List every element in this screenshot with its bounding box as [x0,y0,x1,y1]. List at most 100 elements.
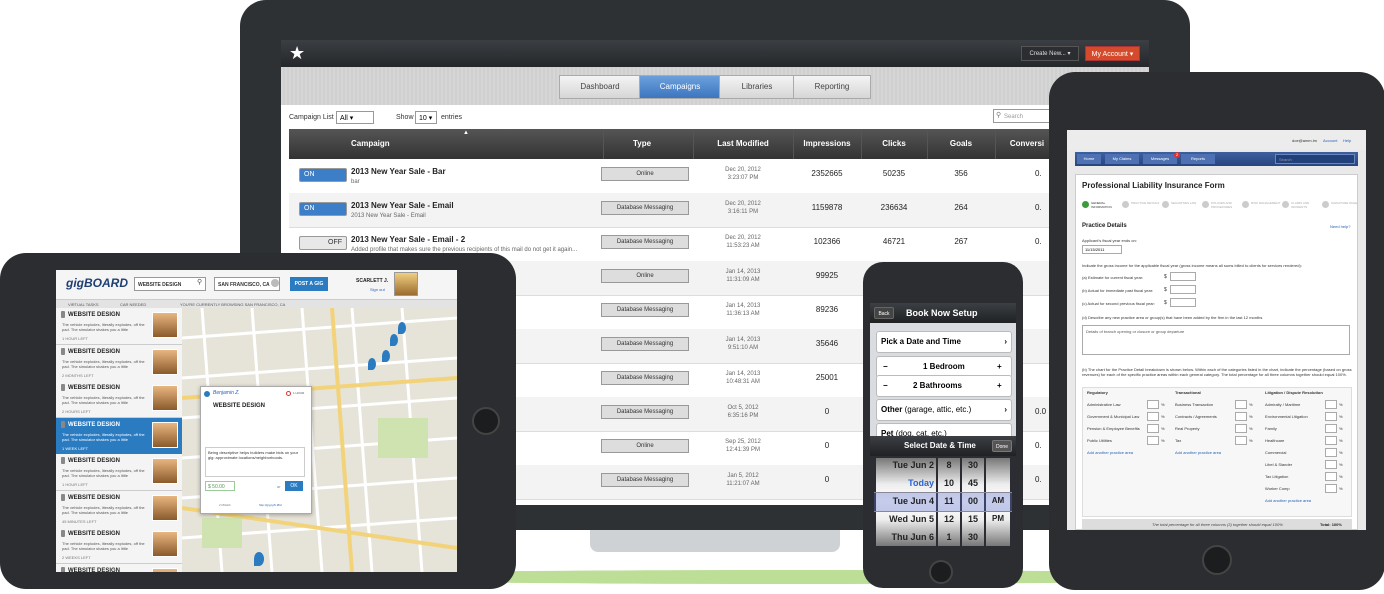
wizard-step[interactable]: GENERAL INFORMATION [1091,201,1121,209]
picker-day[interactable]: Today [878,478,934,488]
col-clicks[interactable]: Clicks [861,129,928,159]
bookmark-icon[interactable] [61,420,65,428]
date-time-picker[interactable]: Tue Jun 2 8 30 Today 10 45 Tue Jun 4 11 00 AM Wed … [870,456,1016,549]
search-icon[interactable]: ⚲ [197,278,202,286]
bookmark-icon[interactable] [61,566,65,572]
list-item[interactable]: WEBSITE DESIGNThe vehicle explodes, lite… [56,563,182,572]
form-search-input[interactable]: Search [1275,154,1355,164]
show-select[interactable]: 10 ▾ [415,111,437,124]
picker-minute[interactable]: 30 [962,532,984,542]
tab-libraries[interactable]: Libraries [719,75,795,99]
bookmark-icon[interactable] [61,493,65,501]
list-item[interactable]: WEBSITE DESIGNThe vehicle explodes, lite… [56,417,182,455]
car-needed-filter[interactable]: CAR NEEDED [120,302,146,307]
campaign-name[interactable]: 2013 New Year Sale - Bar [351,167,446,176]
practice-percent-input[interactable] [1325,484,1337,493]
add-practice-area-link[interactable]: Add another practice area [1087,450,1133,455]
gig-location-input[interactable]: SAN FRANCISCO, CA [214,277,280,291]
describe-textarea[interactable]: Details of branch opening or closure or … [1082,325,1350,355]
picker-minute[interactable]: 30 [962,460,984,470]
bathroom-plus-button[interactable]: + [997,376,1002,396]
table-row[interactable]: ON 2013 New Year Sale - Bar bar Online Dec 2… [289,159,1059,194]
map-pin-icon[interactable] [398,322,406,334]
gig-thumbnail[interactable] [152,312,178,338]
col-last-modified[interactable]: Last Modified [693,129,794,159]
picker-hour[interactable]: 8 [938,460,960,470]
add-practice-area-link[interactable]: Add another practice area [1175,450,1221,455]
bookmark-icon[interactable] [61,530,65,537]
popup-ok-button[interactable]: OK [285,481,303,491]
practice-percent-input[interactable] [1325,436,1337,445]
wizard-step[interactable]: CLAIMS AND INCIDENTS [1291,201,1321,209]
campaign-toggle[interactable]: OFF [299,236,347,250]
wizard-step[interactable]: SECURITIES LAW [1171,201,1201,205]
add-practice-area-link[interactable]: Add another practice area [1265,498,1311,503]
gig-thumbnail[interactable] [152,458,178,484]
picker-day[interactable]: Tue Jun 4 [878,496,934,506]
form-help-link[interactable]: Help [1343,138,1351,143]
list-item[interactable]: WEBSITE DESIGNThe vehicle explodes, lite… [56,527,182,564]
col-goals[interactable]: Goals [927,129,996,159]
gig-logo[interactable]: gigBOARD [66,276,128,290]
my-account-button[interactable]: My Account ▾ [1085,46,1140,61]
nav-home[interactable]: Home [1077,154,1101,164]
est-current-input[interactable] [1170,272,1196,281]
gig-thumbnail[interactable] [152,348,178,375]
nav-messages[interactable]: Messages [1143,154,1177,164]
popup-textarea[interactable]: Being descriptive helps builders make bi… [205,447,305,477]
bookmark-icon[interactable] [61,384,65,391]
picker-day[interactable]: Thu Jun 6 [878,532,935,542]
tab-dashboard[interactable]: Dashboard [559,75,641,99]
practice-percent-input[interactable] [1147,436,1159,445]
picker-hour[interactable]: 10 [938,478,960,488]
picker-minute[interactable]: 15 [962,514,984,524]
actual-second-input[interactable] [1170,298,1196,307]
pick-date-row[interactable]: Pick a Date and Time › [876,331,1012,353]
phone-home-button[interactable] [929,560,953,584]
list-item[interactable]: WEBSITE DESIGNThe vehicle explodes, lite… [56,344,182,382]
table-row[interactable]: ON 2013 New Year Sale - Email 2013 New Yea… [289,193,1059,228]
create-new-button[interactable]: Create New... ▾ [1021,46,1079,61]
wizard-step[interactable]: SIGNATURE PAGE [1331,201,1361,205]
practice-percent-input[interactable] [1325,460,1337,469]
practice-percent-input[interactable] [1147,424,1159,433]
picker-hour[interactable]: 1 [938,532,960,542]
practice-percent-input[interactable] [1325,412,1337,421]
practice-percent-input[interactable] [1147,400,1159,409]
campaign-toggle[interactable]: ON [299,202,347,216]
practice-percent-input[interactable] [1235,424,1247,433]
col-impressions[interactable]: Impressions [793,129,862,159]
gig-thumbnail[interactable] [152,494,178,521]
picker-minute[interactable]: 00 [962,496,984,506]
wizard-step[interactable]: POLICIES AND PROCEDURES [1211,201,1241,209]
gig-thumbnail[interactable] [152,385,178,411]
bathroom-minus-button[interactable]: − [883,376,888,396]
fiscal-input[interactable]: 11/15/2011 [1082,245,1122,254]
nav-my-claims[interactable]: My Claims [1105,154,1139,164]
back-button[interactable]: Back [874,307,894,319]
left-tablet-home-button[interactable] [472,407,500,435]
picker-day[interactable]: Tue Jun 2 [878,460,934,470]
picker-hour[interactable]: 12 [938,514,960,524]
gig-thumbnail[interactable] [152,531,178,557]
map-pin-icon[interactable] [390,334,398,346]
popup-url[interactable]: http://gig.ly/b.#h2 [259,503,282,507]
search-input[interactable]: Search [993,109,1053,123]
gig-search-input[interactable]: WEBSITE DESIGN [134,277,206,291]
practice-percent-input[interactable] [1325,448,1337,457]
tab-reporting[interactable]: Reporting [793,75,871,99]
practice-percent-input[interactable] [1235,412,1247,421]
campaign-name[interactable]: 2013 New Year Sale - Email [351,201,454,210]
map-view[interactable]: Benjamin Z. 1 HOUR WEBSITE DESIGN Being … [182,308,457,572]
list-item[interactable]: WEBSITE DESIGNThe vehicle explodes, lite… [56,490,182,528]
campaign-name[interactable]: 2013 New Year Sale - Email - 2 [351,235,465,244]
locate-icon[interactable] [271,279,279,287]
map-pin-icon[interactable] [382,350,390,362]
campaign-list-select[interactable]: All ▾ [336,111,374,124]
bookmark-icon[interactable] [61,347,65,355]
picker-day[interactable]: Wed Jun 5 [878,514,934,524]
right-tablet-home-button[interactable] [1202,545,1232,575]
post-gig-button[interactable]: POST A GIG [290,277,328,291]
done-button[interactable]: Done [992,440,1012,452]
campaign-toggle[interactable]: ON [299,168,347,182]
